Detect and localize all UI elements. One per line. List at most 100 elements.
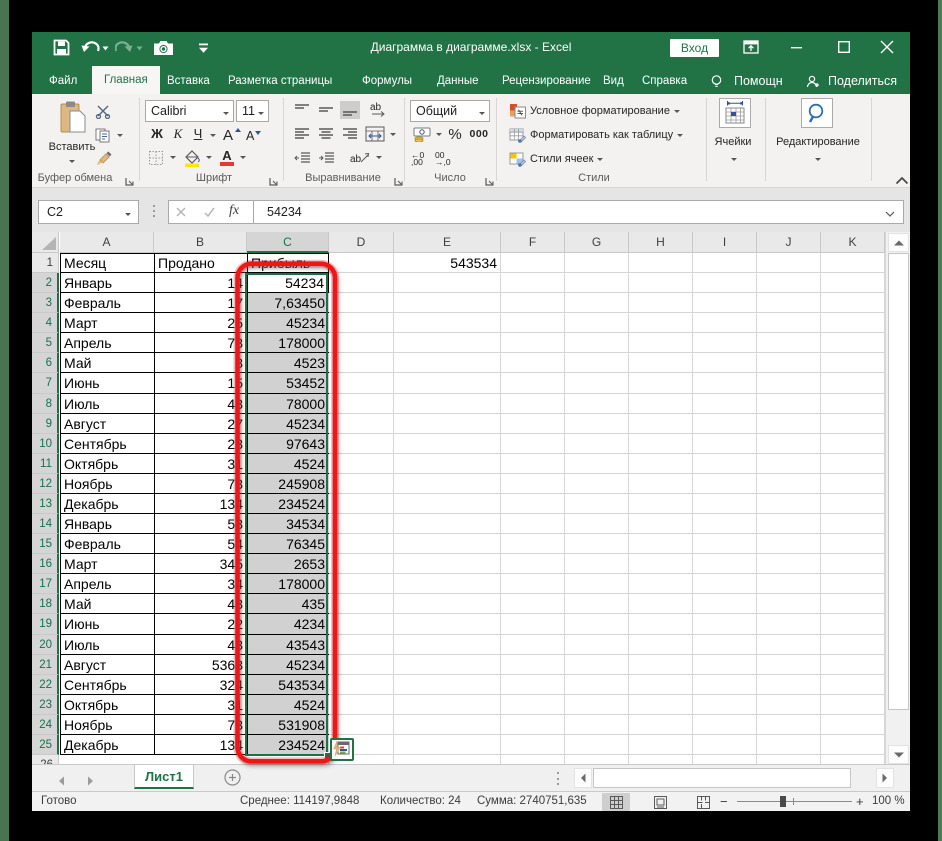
cell-B8[interactable]: 43 — [154, 394, 247, 414]
zoom-in-button[interactable]: + — [856, 794, 864, 809]
italic-button[interactable]: К — [170, 126, 186, 144]
currency-button[interactable] — [412, 125, 434, 143]
cell-B15[interactable]: 54 — [154, 534, 247, 554]
formula-input[interactable]: 54234 — [253, 200, 904, 224]
cut-button[interactable] — [94, 104, 114, 120]
cell-A22[interactable]: Сентябрь — [60, 675, 154, 695]
cell-B1[interactable]: Продано — [154, 253, 247, 273]
comma-style-button[interactable]: 000 — [468, 127, 490, 141]
select-all-corner[interactable] — [32, 232, 59, 253]
quick-analysis-button[interactable] — [330, 738, 354, 761]
increase-font-button[interactable]: A — [222, 125, 242, 143]
font-name-combo[interactable]: Calibri — [145, 100, 234, 122]
zoom-out-button[interactable]: − — [720, 794, 728, 809]
row-header-10[interactable]: 10 — [32, 434, 59, 454]
share-button[interactable]: Поделиться — [805, 68, 897, 94]
sheet-nav-left-button[interactable] — [57, 773, 65, 791]
column-header-K[interactable]: K — [821, 232, 885, 253]
insert-function-button[interactable]: fx — [229, 203, 239, 219]
font-color-dropdown[interactable] — [238, 152, 248, 162]
column-header-F[interactable]: F — [501, 232, 565, 253]
row-header-18[interactable]: 18 — [32, 594, 59, 614]
row-header-13[interactable]: 13 — [32, 494, 59, 514]
align-center-button[interactable] — [316, 125, 336, 143]
vertical-scrollbar[interactable] — [885, 232, 910, 765]
row-header-9[interactable]: 9 — [32, 414, 59, 434]
clipboard-dialog-launcher[interactable] — [125, 173, 134, 186]
cell-B19[interactable]: 22 — [154, 614, 247, 635]
paste-button[interactable] — [53, 99, 91, 135]
fill-color-dropdown[interactable] — [204, 152, 214, 162]
row-header-23[interactable]: 23 — [32, 695, 59, 715]
currency-dropdown[interactable] — [434, 129, 444, 139]
row-header-4[interactable]: 4 — [32, 313, 59, 333]
cell-A20[interactable]: Июль — [60, 635, 154, 655]
number-dialog-launcher[interactable] — [485, 173, 494, 186]
collapse-ribbon-button[interactable] — [894, 174, 910, 186]
cell-A14[interactable]: Январь — [60, 514, 154, 534]
view-page-layout-button[interactable] — [646, 793, 674, 811]
column-header-E[interactable]: E — [394, 232, 501, 253]
tab-данные[interactable]: Данные — [425, 68, 491, 94]
cell-A19[interactable]: Июнь — [60, 614, 154, 635]
cell-B11[interactable]: 31 — [154, 454, 247, 474]
cell-B7[interactable]: 15 — [154, 373, 247, 394]
merge-dropdown[interactable] — [388, 129, 398, 139]
row-header-26[interactable]: 26 — [32, 755, 59, 764]
row-header-7[interactable]: 7 — [32, 373, 59, 394]
cell-B9[interactable]: 27 — [154, 414, 247, 434]
close-button[interactable] — [871, 32, 903, 62]
hscroll-left-button[interactable] — [574, 768, 592, 788]
column-header-I[interactable]: I — [693, 232, 757, 253]
underline-button[interactable]: Ч — [190, 126, 206, 144]
status-zoom-level[interactable]: 100 % — [872, 795, 905, 807]
tab-разметка-страницы[interactable]: Разметка страницы — [216, 68, 344, 94]
merge-center-button[interactable] — [364, 125, 386, 143]
row-header-3[interactable]: 3 — [32, 293, 59, 313]
cell-B17[interactable]: 34 — [154, 574, 247, 594]
column-header-B[interactable]: B — [154, 232, 247, 253]
column-header-G[interactable]: G — [565, 232, 629, 253]
column-header-C[interactable]: C — [247, 232, 329, 253]
cell-A15[interactable]: Февраль — [60, 534, 154, 554]
tab-главная[interactable]: Главная — [92, 66, 160, 94]
row-header-12[interactable]: 12 — [32, 474, 59, 494]
row-header-20[interactable]: 20 — [32, 635, 59, 655]
cell-A5[interactable]: Апрель — [60, 333, 154, 353]
cell-B25[interactable]: 134 — [154, 735, 247, 755]
sheet-nav-right-button[interactable] — [87, 773, 95, 791]
borders-dropdown[interactable] — [168, 152, 178, 162]
minimize-button[interactable] — [781, 32, 813, 62]
orientation-dropdown[interactable] — [374, 152, 384, 162]
tab-рецензирование[interactable]: Рецензирование — [490, 68, 603, 94]
cell-A2[interactable]: Январь — [60, 273, 154, 293]
cells-button[interactable] — [719, 98, 751, 128]
column-header-D[interactable]: D — [329, 232, 394, 253]
decrease-font-button[interactable]: A — [244, 126, 262, 143]
cell-A16[interactable]: Март — [60, 554, 154, 574]
cell-A3[interactable]: Февраль — [60, 293, 154, 313]
cell-D1[interactable]: 543534 — [394, 253, 501, 273]
row-header-21[interactable]: 21 — [32, 655, 59, 675]
cell-C1[interactable]: Прибыль — [247, 253, 329, 273]
paste-dropdown[interactable] — [65, 157, 79, 165]
name-box[interactable]: C2 — [38, 200, 139, 224]
editing-button[interactable] — [801, 98, 833, 128]
row-header-25[interactable]: 25 — [32, 735, 59, 755]
hscroll-right-button[interactable] — [876, 768, 894, 788]
tab-формулы[interactable]: Формулы — [350, 68, 424, 94]
row-header-22[interactable]: 22 — [32, 675, 59, 695]
view-page-break-button[interactable] — [689, 793, 717, 811]
cell-B3[interactable]: 17 — [154, 293, 247, 313]
cell-B5[interactable]: 73 — [154, 333, 247, 353]
cell-A9[interactable]: Август — [60, 414, 154, 434]
cell-styles-button[interactable]: Стили ячеек — [509, 150, 604, 168]
row-header-2[interactable]: 2 — [32, 273, 59, 293]
hscroll-splitter[interactable] — [557, 772, 559, 785]
fill-color-button[interactable] — [182, 148, 202, 167]
cell-B2[interactable]: 14 — [154, 273, 247, 293]
cell-A1[interactable]: Месяц — [60, 253, 154, 273]
align-middle-button[interactable] — [316, 101, 336, 119]
cell-A6[interactable]: Май — [60, 353, 154, 373]
expand-formula-bar[interactable] — [885, 207, 895, 221]
